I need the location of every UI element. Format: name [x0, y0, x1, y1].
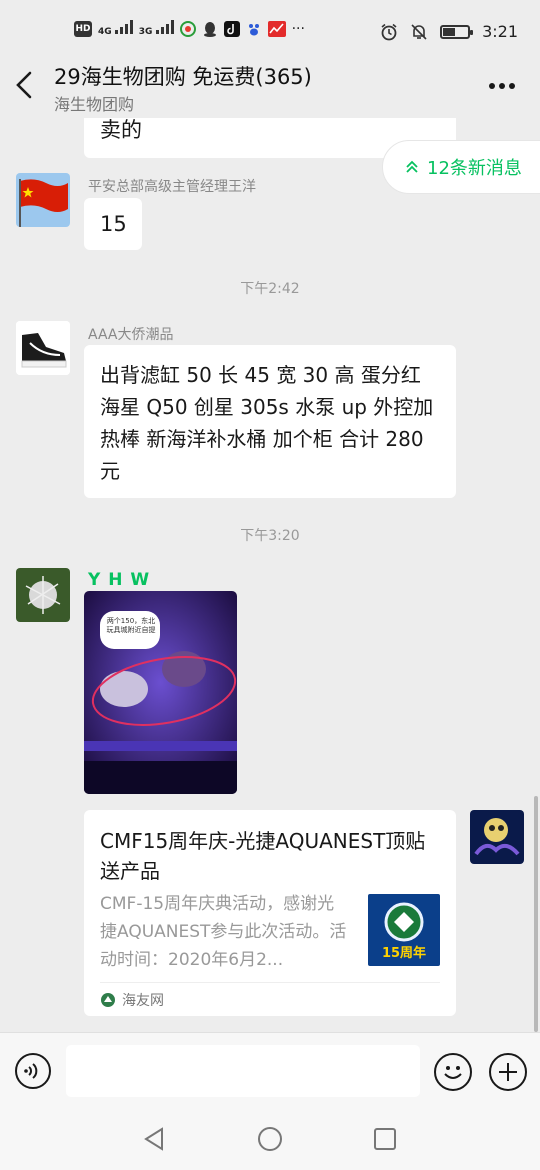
chat-header: 29海生物团购 免运费(365) 海生物团购: [0, 56, 540, 118]
nav-home-icon: [258, 1127, 282, 1151]
stock-app-icon: [267, 20, 286, 37]
network-3g-indicator: 3G: [139, 20, 174, 37]
message-text: 出背滤缸 50 长 45 宽 30 高 蛋分红海星 Q50 创星 305s 水泵…: [100, 363, 434, 483]
signal-icon: [155, 20, 174, 34]
avatar[interactable]: [16, 173, 70, 227]
sender-name: 平安总部高级主管经理王洋: [88, 179, 256, 195]
link-card-source-name: 海友网: [122, 993, 164, 1009]
chat-subtitle: 海生物团购: [54, 95, 135, 114]
chat-title: 29海生物团购 免运费(365): [54, 65, 312, 89]
timestamp: 下午3:20: [240, 528, 300, 544]
voice-icon: [24, 1063, 38, 1079]
message-text: 卖的: [100, 118, 142, 142]
tiktok-app-icon: [223, 20, 240, 37]
system-nav-bar: [0, 1112, 540, 1170]
link-card-description: CMF-15周年庆典活动，感谢光捷AQUANEST参与此次活动。活动时间：202…: [100, 894, 347, 970]
more-button[interactable]: [488, 72, 516, 92]
nav-recent-icon: [374, 1128, 396, 1150]
avatar[interactable]: [16, 568, 70, 622]
message-text: 15: [100, 212, 127, 236]
link-card[interactable]: CMF15周年庆-光捷AQUANEST顶贴送产品 CMF-15周年庆典活动，感谢…: [84, 810, 456, 1016]
link-card-title: CMF15周年庆-光捷AQUANEST顶贴送产品: [100, 829, 426, 883]
status-icons-left: HD 4G 3G ···: [74, 20, 305, 37]
sneaker-avatar-image: [16, 321, 70, 375]
image-caption: 两个150，东北玩具城附近自提: [106, 617, 156, 634]
battery-level: [443, 27, 455, 36]
network-3g-label: 3G: [138, 27, 153, 37]
scrollbar[interactable]: [534, 796, 538, 1032]
my-avatar[interactable]: [470, 810, 524, 864]
plus-icon: [499, 1063, 517, 1081]
new-messages-label: 12条新消息: [427, 158, 522, 179]
more-notifications-indicator: ···: [291, 20, 305, 37]
more-dots-icon: [489, 83, 515, 89]
network-4g-indicator: 4G: [98, 20, 133, 37]
input-bar: [0, 1032, 540, 1112]
emoji-button[interactable]: [434, 1053, 472, 1091]
back-arrow-icon: [16, 71, 32, 99]
battery-icon: [440, 24, 474, 39]
nav-back-icon: [144, 1127, 163, 1151]
voice-button[interactable]: [15, 1053, 51, 1089]
flag-avatar-image: [16, 173, 70, 227]
source-logo-icon: [101, 993, 115, 1007]
avatar[interactable]: [16, 321, 70, 375]
clock: 3:21: [482, 22, 518, 41]
chat-message-list[interactable]: 卖的 12条新消息 平安总部高级主管经理王洋 15 下午2:42 AAA大侨潮品…: [0, 118, 540, 1032]
message-input[interactable]: [66, 1045, 420, 1097]
message-bubble[interactable]: 15: [84, 198, 142, 250]
coral-avatar-image: [16, 568, 70, 622]
hd-badge: HD: [74, 20, 92, 37]
nav-back-button[interactable]: [142, 1126, 168, 1152]
back-button[interactable]: [14, 70, 42, 104]
image-message[interactable]: 两个150，东北玩具城附近自提: [84, 591, 237, 794]
browser-app-icon: [179, 20, 196, 37]
double-chevron-up-icon: [406, 160, 418, 173]
sender-name: Y H W: [88, 570, 151, 590]
status-bar: HD 4G 3G ··· 3:21: [0, 0, 540, 62]
nav-recent-button[interactable]: [372, 1126, 398, 1152]
qq-app-icon: [203, 21, 216, 37]
link-card-divider: [100, 982, 440, 983]
new-messages-button[interactable]: 12条新消息: [382, 140, 540, 194]
thumbnail-text: 15周年: [381, 946, 427, 961]
status-icons-right: 3:21: [380, 22, 518, 41]
timestamp: 下午2:42: [240, 281, 300, 297]
emoji-icon: [444, 1066, 462, 1079]
sender-name: AAA大侨潮品: [88, 327, 174, 343]
signal-icon: [114, 20, 133, 34]
more-functions-button[interactable]: [489, 1053, 527, 1091]
nav-home-button[interactable]: [257, 1126, 283, 1152]
link-card-source: 海友网: [100, 990, 164, 1010]
link-card-thumbnail: 15周年: [368, 894, 440, 966]
message-bubble[interactable]: 出背滤缸 50 长 45 宽 30 高 蛋分红海星 Q50 创星 305s 水泵…: [84, 345, 456, 498]
alarm-icon: [381, 23, 397, 40]
baidu-app-icon: [248, 23, 259, 35]
network-4g-label: 4G: [98, 27, 112, 37]
reef-avatar-image: [470, 810, 524, 864]
mute-bell-icon: [411, 23, 427, 40]
